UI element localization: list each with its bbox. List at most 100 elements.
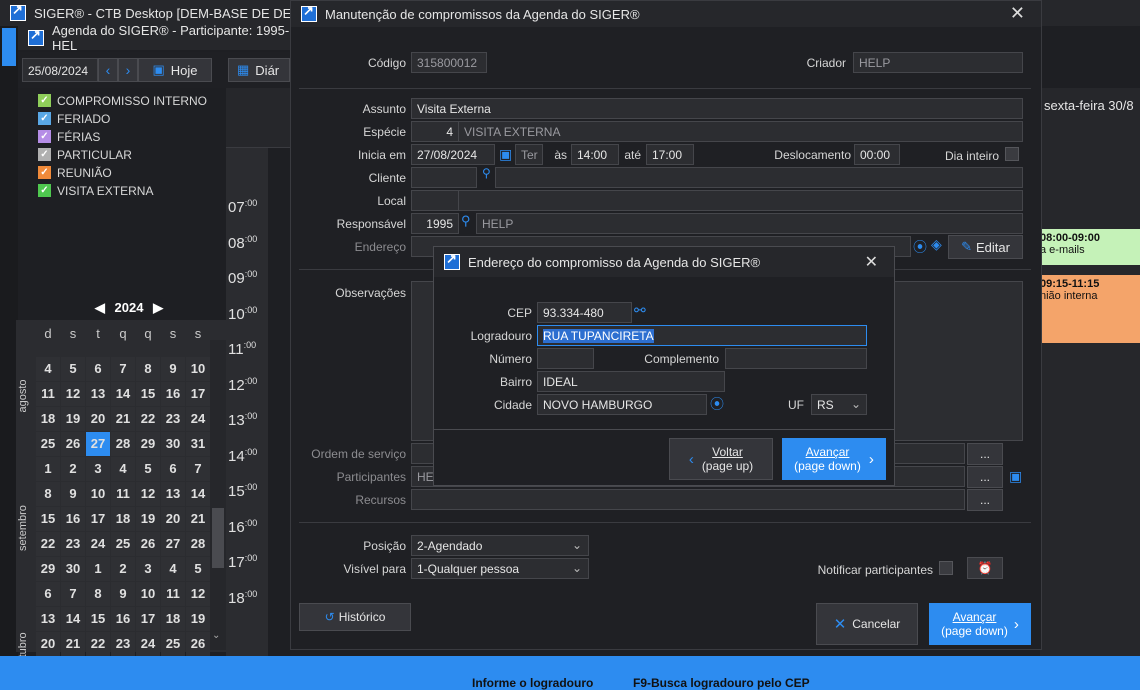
recursos-field[interactable] (411, 489, 965, 510)
calendar-day[interactable]: 7 (111, 357, 135, 381)
calendar-day[interactable]: 18 (161, 607, 185, 631)
complemento-field[interactable] (725, 348, 867, 369)
calendar-day[interactable]: 29 (36, 557, 60, 581)
calendar-day[interactable]: 26 (186, 632, 210, 656)
posicao-select[interactable]: 2-Agendado ⌄ (411, 535, 589, 556)
calendar-day[interactable]: 9 (161, 357, 185, 381)
close-icon[interactable]: ✕ (865, 252, 878, 272)
voltar-button[interactable]: ‹ Voltar (page up) (669, 438, 773, 480)
calendar-day[interactable]: 6 (161, 457, 185, 481)
calendar-day[interactable]: 22 (86, 632, 110, 656)
calendar-day[interactable]: 4 (36, 357, 60, 381)
calendar-day[interactable]: 17 (186, 382, 210, 406)
start-time-field[interactable]: 14:00 (571, 144, 619, 165)
calendar-day[interactable]: 13 (86, 382, 110, 406)
historico-button[interactable]: ↺ Histórico (299, 603, 411, 631)
codigo-field[interactable]: 315800012 (411, 52, 487, 73)
scroll-down-icon[interactable]: ⌄ (212, 630, 220, 641)
calendar-day[interactable]: 28 (186, 532, 210, 556)
cancelar-button[interactable]: ✕ Cancelar (816, 603, 918, 645)
calendar-day[interactable]: 17 (136, 607, 160, 631)
prev-year-icon[interactable]: ◀ (95, 300, 105, 315)
calendar-day[interactable]: 14 (111, 382, 135, 406)
cep-field[interactable]: 93.334-480 (537, 302, 632, 323)
calendar-day[interactable]: 5 (186, 557, 210, 581)
calendar-day[interactable]: 18 (111, 507, 135, 531)
inicia-date-field[interactable]: 27/08/2024 (411, 144, 495, 165)
calendar-day[interactable]: 3 (136, 557, 160, 581)
calendar-day[interactable]: 20 (86, 407, 110, 431)
calendar-day[interactable]: 11 (111, 482, 135, 506)
calendar-day[interactable]: 9 (111, 582, 135, 606)
category-checkbox[interactable]: ✓ (38, 112, 51, 125)
calendar-day[interactable]: 22 (136, 407, 160, 431)
calendar-picker-icon[interactable]: ▣ (499, 146, 512, 163)
calendar-day[interactable]: 21 (111, 407, 135, 431)
calendar-day[interactable]: 30 (61, 557, 85, 581)
calendar-day[interactable]: 12 (136, 482, 160, 506)
calendar-day[interactable]: 31 (186, 432, 210, 456)
calendar-day[interactable]: 13 (161, 482, 185, 506)
category-checkbox[interactable]: ✓ (38, 166, 51, 179)
calendar-scroll-thumb[interactable] (212, 508, 224, 568)
calendar-day[interactable]: 6 (86, 357, 110, 381)
search-icon[interactable]: ⚲ (482, 166, 491, 180)
calendar-day[interactable]: 22 (36, 532, 60, 556)
calendar-day[interactable]: 9 (61, 482, 85, 506)
agenda-date-field[interactable]: 25/08/2024 (22, 58, 98, 82)
calendar-day[interactable]: 29 (136, 432, 160, 456)
local-code-field[interactable] (411, 190, 459, 211)
calendar-day[interactable]: 18 (36, 407, 60, 431)
category-item[interactable]: ✓ FERIADO (38, 110, 110, 127)
calendar-day[interactable]: 4 (111, 457, 135, 481)
cidade-field[interactable]: NOVO HAMBURGO (537, 394, 707, 415)
prev-date-button[interactable]: ‹ (98, 58, 118, 82)
calendar-day[interactable]: 26 (136, 532, 160, 556)
calendar-day[interactable]: 10 (86, 482, 110, 506)
map-pin-icon[interactable]: ⦿ (913, 237, 927, 257)
calendar-day[interactable]: 7 (61, 582, 85, 606)
calendar-day[interactable]: 30 (161, 432, 185, 456)
calendar-day[interactable]: 25 (36, 432, 60, 456)
calendar-day[interactable]: 4 (161, 557, 185, 581)
logradouro-field[interactable]: RUA TUPANCIRETA (537, 325, 867, 346)
calendar-day[interactable]: 25 (161, 632, 185, 656)
category-item[interactable]: ✓ REUNIÃO (38, 164, 112, 181)
calendar-day[interactable]: 5 (61, 357, 85, 381)
calendar-scrollbar[interactable]: ⌄ (210, 340, 226, 650)
category-item[interactable]: ✓ PARTICULAR (38, 146, 132, 163)
calendar-day[interactable]: 24 (186, 407, 210, 431)
calendar-day[interactable]: 14 (61, 607, 85, 631)
calendar-day[interactable]: 21 (61, 632, 85, 656)
calendar-day[interactable]: 2 (111, 557, 135, 581)
calendar-day[interactable]: 27 (161, 532, 185, 556)
address-avancar-button[interactable]: Avançar (page down) › (782, 438, 886, 480)
avancar-button[interactable]: Avançar (page down) › (929, 603, 1031, 645)
calendar-day[interactable]: 24 (136, 632, 160, 656)
calendar-day[interactable]: 11 (161, 582, 185, 606)
calendar-day[interactable]: 23 (111, 632, 135, 656)
event-meeting[interactable]: 09:15-11:15 nião interna (1040, 275, 1140, 343)
calendar-day[interactable]: 15 (86, 607, 110, 631)
calendar-day[interactable]: 28 (111, 432, 135, 456)
calendar-day[interactable]: 19 (136, 507, 160, 531)
numero-field[interactable] (537, 348, 594, 369)
deslocamento-field[interactable]: 00:00 (854, 144, 900, 165)
event-email[interactable]: 08:00-09:00 a e-mails (1040, 229, 1140, 265)
bairro-field[interactable]: IDEAL (537, 371, 725, 392)
category-item[interactable]: ✓ COMPROMISSO INTERNO (38, 92, 207, 109)
today-button[interactable]: ▣ Hoje (138, 58, 212, 82)
calendar-day[interactable]: 8 (86, 582, 110, 606)
responsavel-code-field[interactable]: 1995 (411, 213, 459, 234)
calendar-day[interactable]: 2 (61, 457, 85, 481)
especie-code-field[interactable]: 4 (411, 121, 459, 142)
calendar-day[interactable]: 15 (36, 507, 60, 531)
calendar-day[interactable]: 12 (186, 582, 210, 606)
calendar-day[interactable]: 23 (161, 407, 185, 431)
calendar-day[interactable]: 10 (136, 582, 160, 606)
alarm-button[interactable]: ⏰ (967, 557, 1003, 579)
calendar-day[interactable]: 3 (86, 457, 110, 481)
view-mode-button[interactable]: ▦ Diár (228, 58, 290, 82)
calendar-day[interactable]: 8 (36, 482, 60, 506)
next-year-icon[interactable]: ▶ (153, 300, 163, 315)
